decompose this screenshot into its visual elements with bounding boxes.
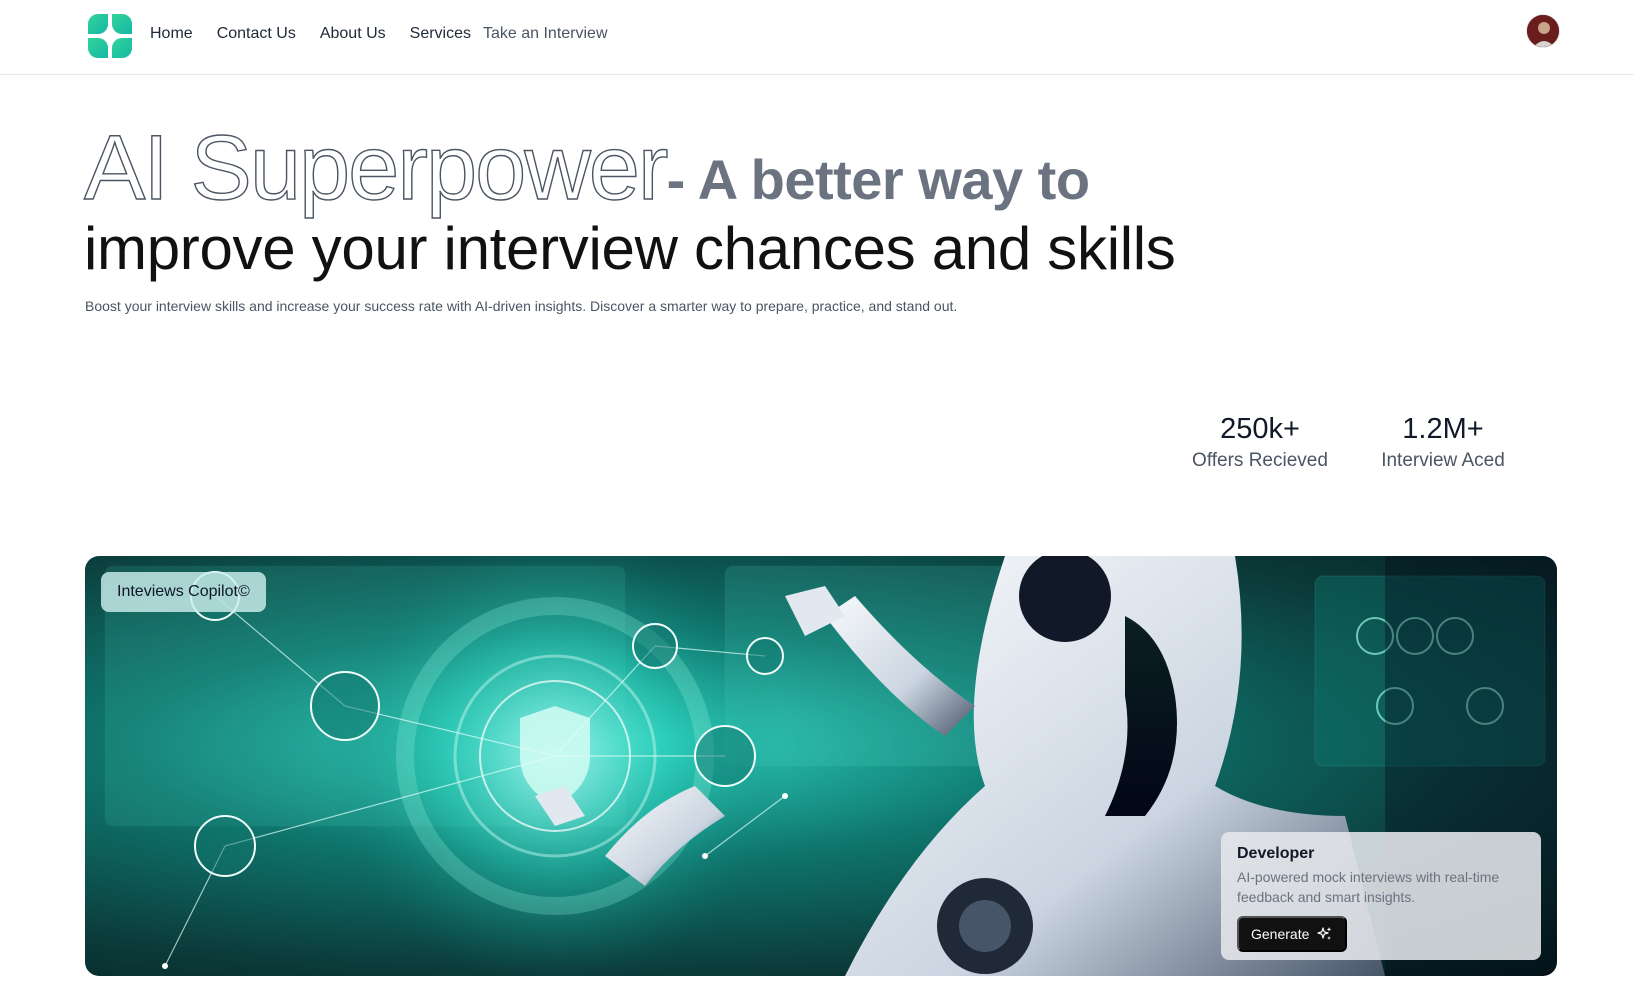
- stat-offers: 250k+ Offers Recieved: [1180, 412, 1340, 475]
- hero-subtitle: Boost your interview skills and increase…: [85, 298, 958, 314]
- top-navbar: Home Contact Us About Us Services Take a…: [0, 0, 1634, 75]
- sparkles-icon: [1317, 927, 1332, 940]
- nav-link-home[interactable]: Home: [150, 22, 193, 46]
- stat-value: 1.2M+: [1402, 413, 1484, 445]
- main-nav: Home Contact Us About Us Services Take a…: [150, 22, 632, 46]
- generate-button-label: Generate: [1251, 926, 1310, 942]
- hero-banner: Inteviews Copilot© Developer AI-powered …: [85, 556, 1557, 976]
- hero-headline: AI Superpower - A better way to: [83, 117, 1090, 219]
- hero-outline-word: AI Superpower: [83, 117, 669, 219]
- hero-gray-phrase: - A better way to: [666, 148, 1090, 211]
- developer-card: Developer AI-powered mock interviews wit…: [1221, 832, 1541, 960]
- nav-link-take-interview[interactable]: Take an Interview: [483, 22, 608, 46]
- stat-label: Interview Aced: [1381, 450, 1505, 471]
- generate-button[interactable]: Generate: [1237, 916, 1348, 952]
- hero-headline-line2: improve your interview chances and skill…: [84, 215, 1176, 282]
- stat-label: Offers Recieved: [1192, 450, 1328, 471]
- nav-link-contact-us[interactable]: Contact Us: [217, 22, 296, 46]
- user-avatar[interactable]: [1526, 14, 1560, 48]
- nav-link-services[interactable]: Services: [410, 22, 471, 46]
- stat-interviews: 1.2M+ Interview Aced: [1363, 412, 1523, 475]
- nav-link-about-us[interactable]: About Us: [320, 22, 386, 46]
- clover-logo-icon[interactable]: [86, 12, 134, 60]
- copilot-badge: Inteviews Copilot©: [101, 572, 266, 612]
- stats-section: 250k+ Offers Recieved 1.2M+ Interview Ac…: [1180, 412, 1523, 475]
- stat-value: 250k+: [1220, 413, 1300, 445]
- card-title: Developer: [1237, 845, 1315, 862]
- card-description: AI-powered mock interviews with real-tim…: [1237, 869, 1500, 905]
